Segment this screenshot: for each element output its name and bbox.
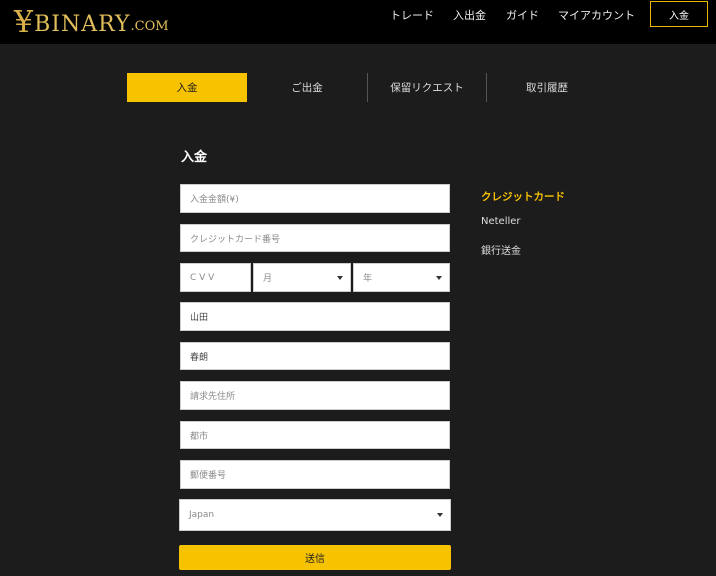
month-select[interactable]: 月 [253,263,351,292]
chevron-down-icon [436,275,442,280]
nav-guide[interactable]: ガイド [506,7,539,22]
billing-address-input[interactable]: 請求先住所 [180,381,450,410]
logo-suffix: .COM [130,19,169,34]
side-item-neteller[interactable]: Neteller [481,216,521,227]
month-select-value: 月 [263,274,273,284]
nav-my-account[interactable]: マイアカウント [558,7,635,22]
postal-code-input[interactable]: 郵便番号 [180,460,450,489]
card-number-input[interactable]: クレジットカード番号 [180,224,450,252]
amount-input[interactable]: 入金金額(¥) [180,184,450,213]
year-select-value: 年 [363,274,373,284]
tab-withdrawal[interactable]: ご出金 [247,73,367,102]
header-deposit-button[interactable]: 入金 [650,1,708,27]
country-select-value: Japan [189,510,215,520]
side-item-bank-transfer[interactable]: 銀行送金 [481,242,521,257]
yen-logo-icon: ¥ [14,5,34,40]
last-name-input[interactable]: 山田 [180,302,450,331]
tab-deposit[interactable]: 入金 [127,73,247,102]
funds-tabs: 入金 ご出金 保留リクエスト 取引履歴 [127,73,607,102]
chevron-down-icon [337,275,343,280]
chevron-down-icon [437,513,443,517]
tab-transaction-history[interactable]: 取引履歴 [487,73,607,102]
cvv-input[interactable]: C V V [180,263,251,292]
city-input[interactable]: 都市 [180,421,450,449]
tab-pending-requests[interactable]: 保留リクエスト [368,73,486,102]
nav-deposit-withdraw[interactable]: 入出金 [453,7,486,22]
top-header: ¥ BINARY .COM トレード 入出金 ガイド マイアカウント 入金 [0,0,716,44]
first-name-input[interactable]: 春朗 [180,342,450,370]
year-select[interactable]: 年 [353,263,450,292]
binary-logo[interactable]: ¥ BINARY .COM [14,2,169,38]
page-title: 入金 [181,150,208,165]
country-select[interactable]: Japan [179,499,451,531]
nav-trade[interactable]: トレード [390,7,434,22]
side-item-credit-card[interactable]: クレジットカード [481,189,565,204]
logo-text: BINARY [34,12,131,37]
submit-button[interactable]: 送信 [179,545,451,570]
